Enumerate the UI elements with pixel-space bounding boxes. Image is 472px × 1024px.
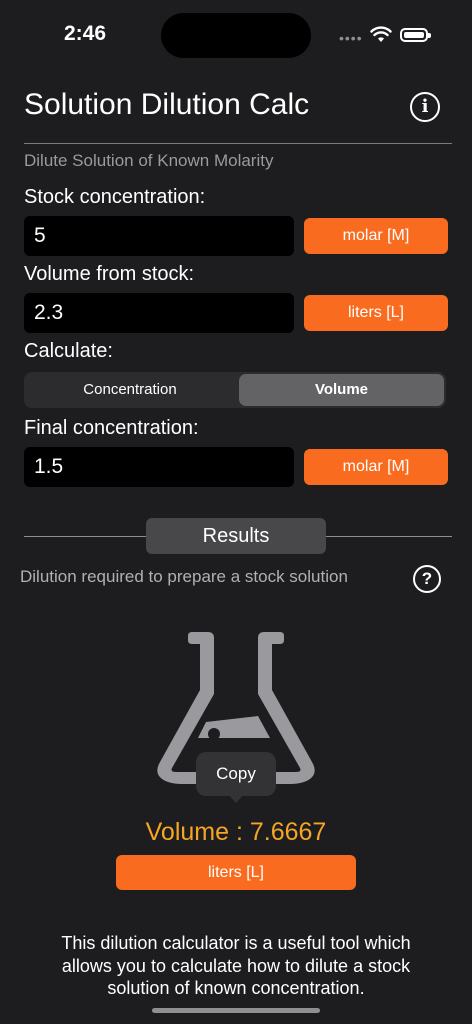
stock-unit-button[interactable]: molar [M] <box>304 218 448 254</box>
results-divider-right <box>326 536 452 537</box>
segment-volume[interactable]: Volume <box>239 374 444 406</box>
header-divider <box>24 143 452 144</box>
volume-unit-button[interactable]: liters [L] <box>304 295 448 331</box>
cellular-signal-icon: •••• <box>339 30 363 46</box>
page-title: Solution Dilution Calc <box>24 88 310 121</box>
dynamic-island <box>161 13 311 58</box>
stock-concentration-label: Stock concentration: <box>24 186 206 208</box>
battery-icon <box>400 28 431 42</box>
wifi-icon <box>370 26 392 42</box>
calculate-label: Calculate: <box>24 340 113 362</box>
stock-concentration-input[interactable]: 5 <box>24 216 294 256</box>
segment-concentration[interactable]: Concentration <box>26 374 234 406</box>
copy-tooltip-arrow <box>229 795 243 803</box>
volume-from-stock-label: Volume from stock: <box>24 263 195 285</box>
description-text: This dilution calculator is a useful too… <box>61 933 411 998</box>
final-concentration-input[interactable]: 1.5 <box>24 447 294 487</box>
copy-tooltip[interactable]: Copy <box>196 752 276 796</box>
result-unit-button[interactable]: liters [L] <box>116 855 356 890</box>
results-divider-left <box>24 536 146 537</box>
final-concentration-label: Final concentration: <box>24 417 199 439</box>
info-icon[interactable]: i <box>410 92 440 122</box>
results-help-text: Dilution required to prepare a stock sol… <box>20 567 348 586</box>
status-time: 2:46 <box>64 22 107 45</box>
form-subtitle: Dilute Solution of Known Molarity <box>24 151 274 170</box>
final-unit-button[interactable]: molar [M] <box>304 449 448 485</box>
volume-from-stock-input[interactable]: 2.3 <box>24 293 294 333</box>
question-circle-icon[interactable]: ? <box>413 565 441 593</box>
home-indicator[interactable] <box>152 1008 320 1013</box>
results-button[interactable]: Results <box>146 518 326 554</box>
result-value[interactable]: Volume : 7.6667 <box>0 818 472 847</box>
